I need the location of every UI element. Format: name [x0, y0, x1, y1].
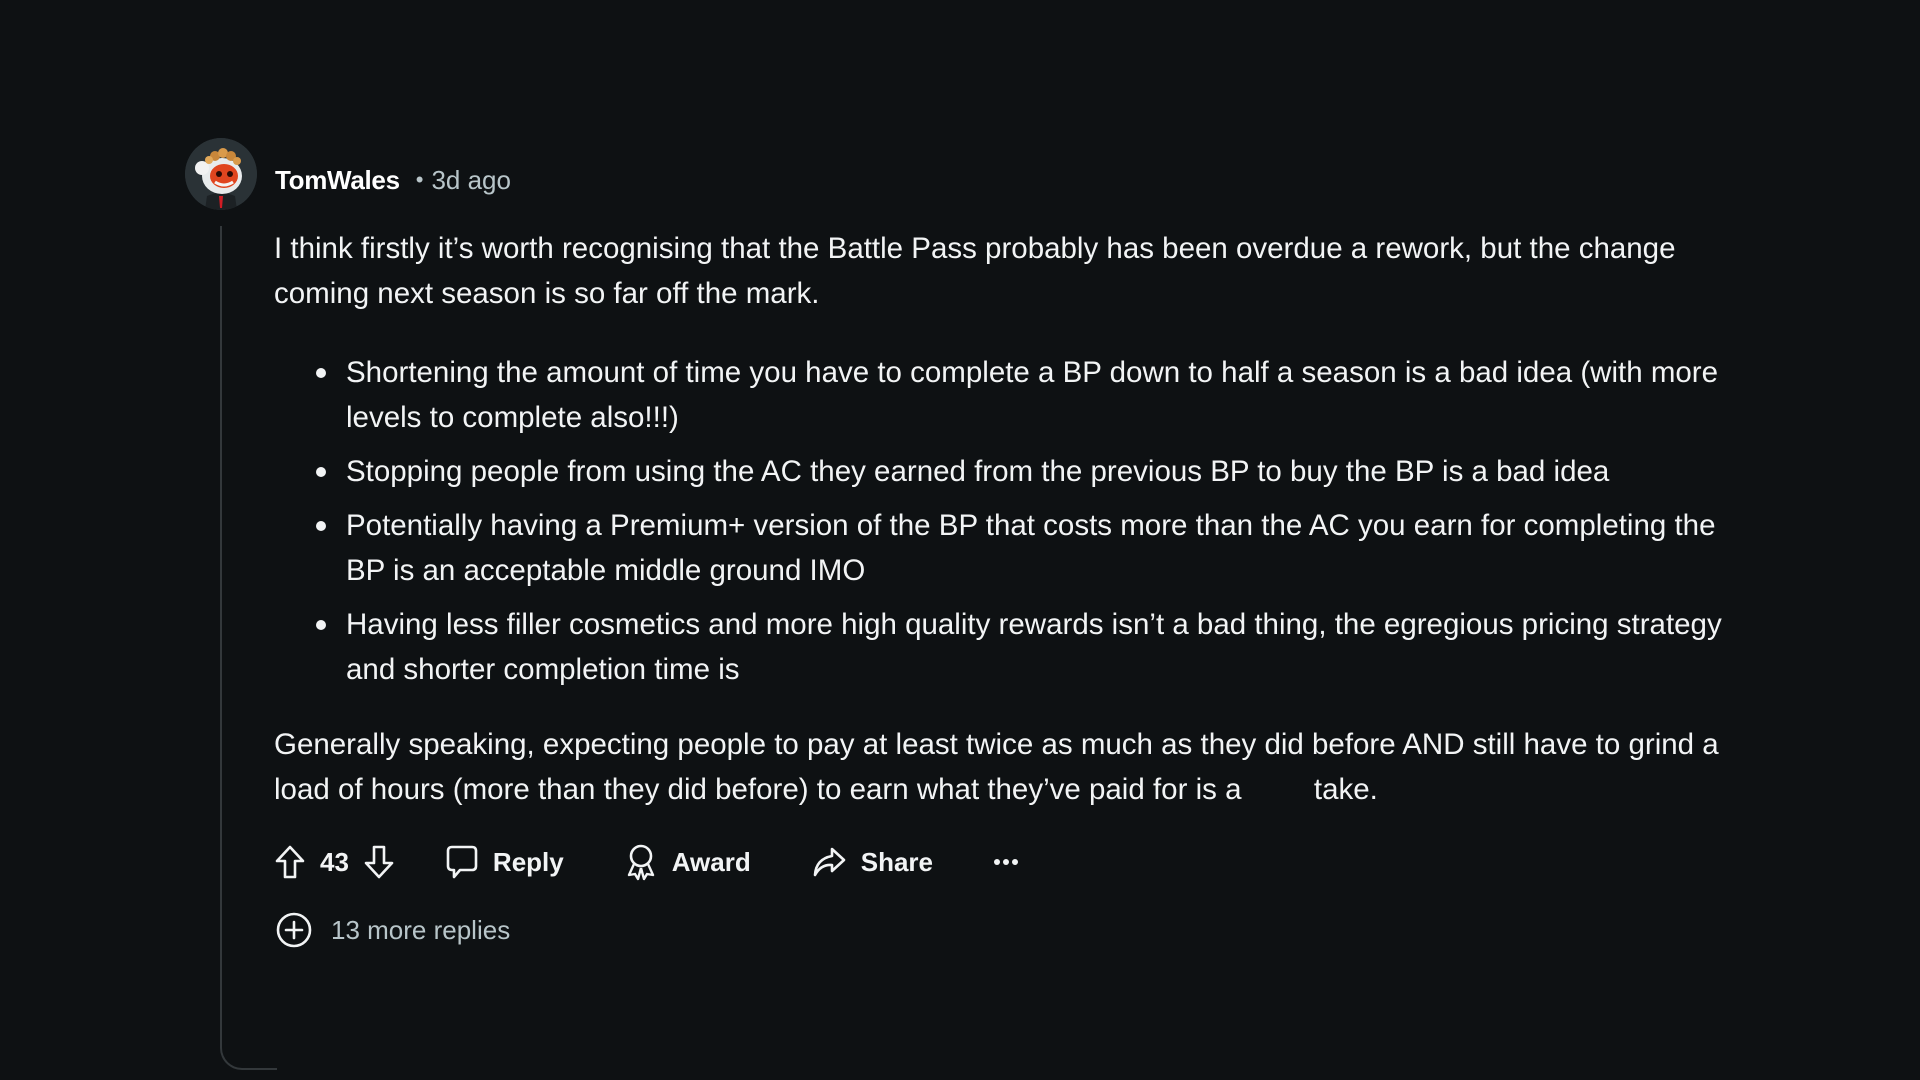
- share-label: Share: [860, 846, 933, 877]
- more-replies-button[interactable]: 13 more replies: [275, 911, 510, 949]
- comment-conclusion: Generally speaking, expecting people to …: [274, 722, 1754, 812]
- conclusion-end: take.: [1313, 773, 1378, 806]
- thread-line[interactable]: [220, 226, 222, 1026]
- award-ribbon-icon: [627, 844, 654, 881]
- more-options-button[interactable]: [993, 857, 1019, 867]
- arrow-up-icon: [275, 845, 305, 879]
- comment-bullet-list: Shortening the amount of time you have t…: [274, 350, 1754, 692]
- avatar[interactable]: [185, 138, 257, 210]
- bullet-text: Having less filler cosmetics and more hi…: [346, 608, 1722, 686]
- more-replies-label: 13 more replies: [331, 914, 511, 945]
- bullet-item: Potentially having a Premium+ version of…: [316, 503, 1754, 593]
- timestamp[interactable]: 3d ago: [431, 165, 511, 196]
- reply-button[interactable]: Reply: [445, 844, 564, 880]
- award-button[interactable]: Award: [624, 843, 751, 881]
- arrow-down-icon: [364, 845, 394, 879]
- comment-bubble-icon: [446, 845, 478, 879]
- bullet-dot: [316, 620, 326, 630]
- bullet-item: Stopping people from using the AC they e…: [316, 449, 1754, 494]
- ellipsis-icon: [994, 859, 1018, 865]
- bullet-dot: [316, 521, 326, 531]
- upvote-button[interactable]: [274, 844, 306, 880]
- meta-separator: •: [415, 167, 424, 192]
- bullet-text: Shortening the amount of time you have t…: [346, 356, 1719, 434]
- comment-action-bar: 43 Reply Award Share: [274, 838, 1019, 886]
- thread-connector: [220, 998, 277, 1070]
- share-button[interactable]: Share: [811, 845, 933, 879]
- conclusion-text: Generally speaking, expecting people to …: [274, 728, 1719, 806]
- bullet-dot: [316, 467, 326, 477]
- award-label: Award: [671, 846, 751, 877]
- username-link[interactable]: TomWales: [275, 165, 400, 196]
- comment-meta: TomWales • 3d ago: [275, 160, 511, 200]
- vote-count: 43: [320, 846, 349, 877]
- bullet-dot: [316, 368, 326, 378]
- bullet-item: Having less filler cosmetics and more hi…: [316, 602, 1754, 692]
- share-arrow-icon: [813, 847, 846, 877]
- bullet-text: Stopping people from using the AC they e…: [346, 455, 1610, 488]
- plus-circle-icon: [276, 912, 312, 948]
- downvote-button[interactable]: [363, 844, 395, 880]
- reply-label: Reply: [492, 846, 564, 877]
- bullet-text: Potentially having a Premium+ version of…: [346, 509, 1716, 587]
- comment-body: I think firstly it’s worth recognising t…: [274, 226, 1754, 812]
- bullet-item: Shortening the amount of time you have t…: [316, 350, 1754, 440]
- comment-intro: I think firstly it’s worth recognising t…: [274, 232, 1676, 310]
- snoo-avatar-icon: [185, 138, 257, 210]
